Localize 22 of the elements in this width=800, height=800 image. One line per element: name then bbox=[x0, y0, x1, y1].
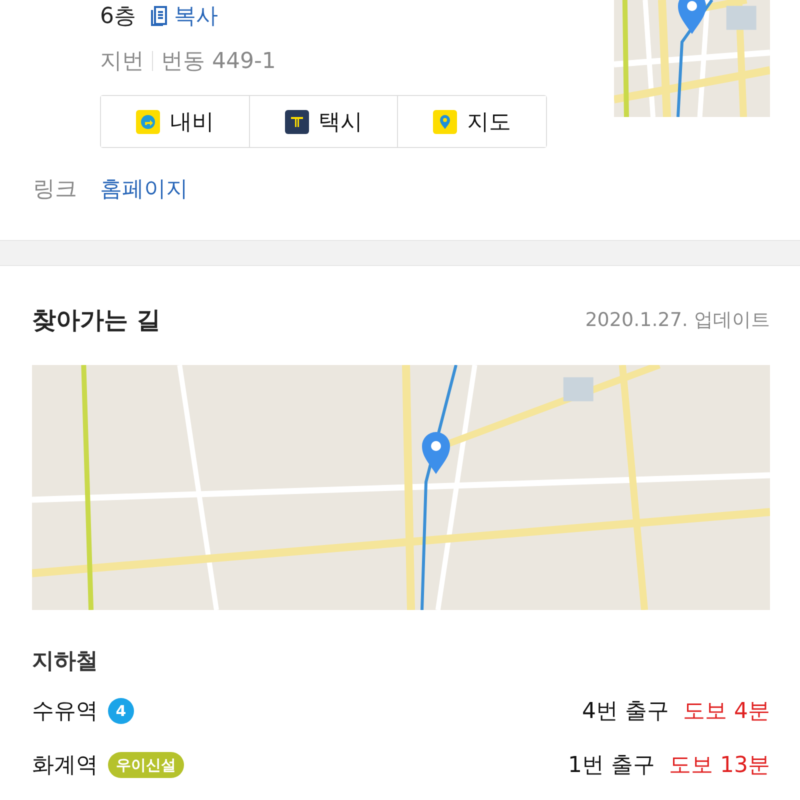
lot-address: 번동 449-1 bbox=[161, 48, 276, 76]
station-name: 수유역 bbox=[32, 698, 98, 726]
exit-text: 1번 출구 bbox=[568, 752, 655, 780]
station-name: 화계역 bbox=[32, 752, 98, 780]
walk-time: 도보 4분 bbox=[683, 698, 770, 726]
homepage-link[interactable]: 홈페이지 bbox=[100, 174, 188, 204]
lot-label: 지번 bbox=[100, 48, 144, 76]
subway-line-badge: 4 bbox=[108, 698, 134, 724]
exit-text: 4번 출구 bbox=[582, 698, 669, 726]
copy-icon bbox=[150, 5, 170, 27]
subway-heading: 지하철 bbox=[32, 648, 99, 676]
update-date: 2020.1.27. 업데이트 bbox=[585, 308, 770, 333]
navigation-icon bbox=[136, 110, 160, 134]
navi-button[interactable]: 내비 bbox=[101, 96, 250, 147]
copy-button[interactable]: 복사 bbox=[150, 1, 218, 31]
floor-text: 6층 bbox=[100, 3, 136, 31]
section-title: 찾아가는 길 bbox=[32, 305, 160, 336]
taxi-icon bbox=[284, 110, 308, 134]
map-pin-icon bbox=[433, 110, 458, 134]
link-label: 링크 bbox=[33, 176, 78, 204]
walk-time: 도보 13분 bbox=[669, 752, 770, 780]
subway-line-badge: 우이신설 bbox=[108, 752, 184, 778]
